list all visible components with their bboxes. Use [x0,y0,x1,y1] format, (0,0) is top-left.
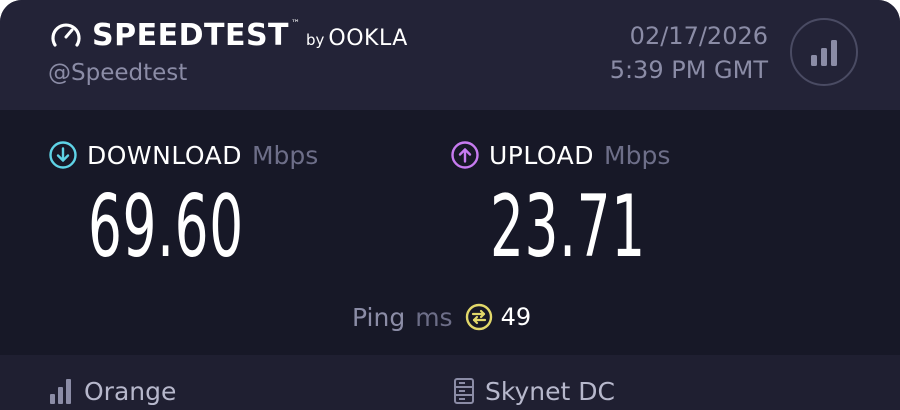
brand-company: OOKLA [328,25,408,51]
isp-name: Orange [84,376,177,406]
ping-row: Ping ms 49 [352,300,531,334]
server-icon [454,378,474,404]
ping-value: 49 [500,303,532,331]
ping-label: Ping [352,302,406,332]
gauge-icon [51,23,81,47]
brand-by: by [306,31,325,49]
download-value: 69.60 [88,177,244,277]
arrow-down-circle-icon [49,141,77,169]
download-label: DOWNLOAD [87,140,242,170]
isp-info[interactable]: Orange [48,375,176,407]
upload-label: UPLOAD [489,140,595,170]
server-name: Skynet DC [485,376,615,406]
signal-bars-icon [811,40,837,66]
upload-unit: Mbps [604,140,671,170]
ping-unit: ms [415,302,453,332]
signal-bars-icon [50,379,71,404]
test-date: 02/17/2026 [629,22,768,50]
trademark-mark: ™ [291,19,301,29]
upload-value: 23.71 [490,177,646,277]
download-label-group: DOWNLOAD Mbps [48,140,318,170]
server-info[interactable]: Skynet DC [453,375,615,407]
result-card: SPEEDTEST ™ by OOKLA @Speedtest 02/17/20… [0,0,900,410]
download-unit: Mbps [251,140,319,170]
ping-circle-icon [465,303,492,331]
account-handle[interactable]: @Speedtest [48,60,187,86]
brand-name: SPEEDTEST [92,18,290,53]
upload-label-group: UPLOAD Mbps [450,140,670,170]
speedtest-logo[interactable]: SPEEDTEST ™ by OOKLA [48,16,408,56]
arrow-up-circle-icon [451,141,479,169]
test-time: 5:39 PM GMT [609,56,768,84]
results-button[interactable] [790,18,858,86]
